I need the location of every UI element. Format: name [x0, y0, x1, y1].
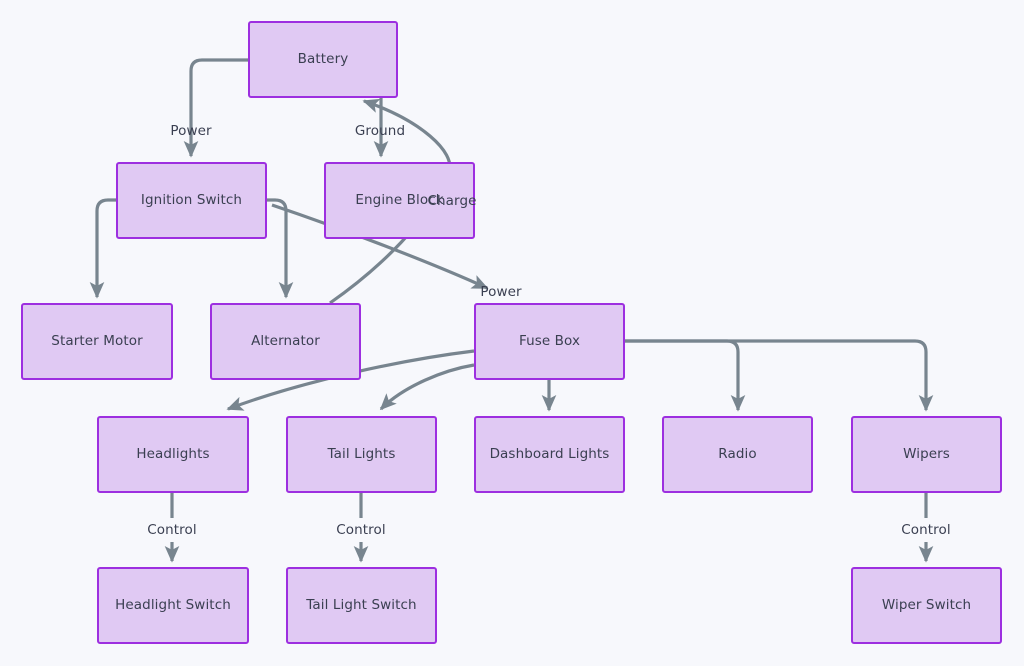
- edge-label-control-wiper: Control: [901, 522, 951, 538]
- node-label-fuse-box: Fuse Box: [518, 333, 581, 350]
- edge-label-ground: Ground: [354, 123, 406, 139]
- edge-battery-ignition: [183, 58, 248, 158]
- node-label-starter-motor: Starter Motor: [51, 333, 143, 350]
- node-label-battery: Battery: [297, 51, 349, 68]
- node-dashboard-lights[interactable]: Dashboard Lights: [474, 416, 625, 493]
- node-wipers[interactable]: Wipers: [851, 416, 1002, 493]
- node-radio[interactable]: Radio: [662, 416, 813, 493]
- node-engine-block[interactable]: Engine Block: [324, 162, 475, 239]
- node-label-engine-block: Engine Block: [355, 192, 444, 209]
- edge-label-control-taillight: Control: [336, 522, 386, 538]
- node-label-wiper-switch: Wiper Switch: [881, 597, 972, 614]
- node-label-ignition-switch: Ignition Switch: [140, 192, 243, 209]
- node-label-alternator: Alternator: [251, 333, 320, 350]
- node-ignition-switch[interactable]: Ignition Switch: [116, 162, 267, 239]
- flowchart-canvas: Battery Ignition Switch Engine Block Sta…: [0, 0, 1024, 666]
- edge-label-power-fuse-box: Power: [480, 284, 522, 300]
- node-label-headlight-switch: Headlight Switch: [115, 597, 231, 614]
- node-label-dashboard-lights: Dashboard Lights: [489, 446, 610, 463]
- node-tail-lights[interactable]: Tail Lights: [286, 416, 437, 493]
- node-alternator[interactable]: Alternator: [210, 303, 361, 380]
- edge-fuse-box-tail-lights: [379, 363, 475, 411]
- node-label-wipers: Wipers: [903, 446, 950, 463]
- node-label-radio: Radio: [718, 446, 757, 463]
- node-starter-motor[interactable]: Starter Motor: [21, 303, 173, 380]
- node-fuse-box[interactable]: Fuse Box: [474, 303, 625, 380]
- edge-ignition-alternator: [267, 198, 294, 299]
- node-label-headlights: Headlights: [136, 446, 210, 463]
- node-label-tail-lights: Tail Lights: [327, 446, 396, 463]
- node-label-tail-light-switch: Tail Light Switch: [306, 597, 417, 614]
- node-tail-light-switch[interactable]: Tail Light Switch: [286, 567, 437, 644]
- node-headlights[interactable]: Headlights: [97, 416, 249, 493]
- edge-label-control-headlight: Control: [147, 522, 197, 538]
- node-battery[interactable]: Battery: [248, 21, 398, 98]
- edge-ignition-starter-motor: [89, 198, 116, 299]
- edge-label-power-ignition: Power: [170, 123, 212, 139]
- edge-fuse-box-wipers: [625, 339, 934, 412]
- node-wiper-switch[interactable]: Wiper Switch: [851, 567, 1002, 644]
- edge-fuse-box-radio: [625, 339, 746, 412]
- node-headlight-switch[interactable]: Headlight Switch: [97, 567, 249, 644]
